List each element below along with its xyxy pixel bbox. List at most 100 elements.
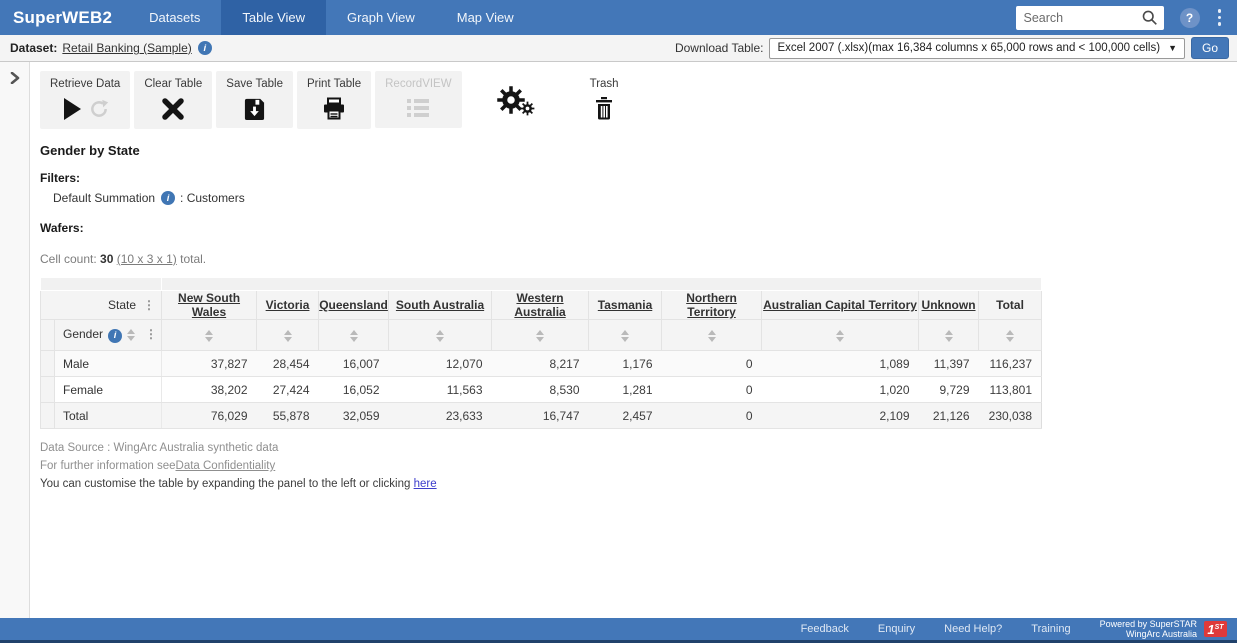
sort-arrows-icon[interactable]	[350, 330, 358, 342]
column-header-label[interactable]: New South Wales	[178, 291, 240, 319]
trash-button[interactable]: Trash	[580, 71, 629, 129]
recordview-button: RecordVIEW	[375, 71, 461, 128]
search-input[interactable]	[1024, 11, 1141, 25]
column-sort-cell-victoria[interactable]	[257, 320, 319, 351]
go-button[interactable]: Go	[1191, 37, 1229, 59]
cell-count-link[interactable]: (10 x 3 x 1)	[117, 252, 177, 266]
sort-up-icon	[205, 330, 213, 335]
column-sort-cell-australian-capital-territory[interactable]	[762, 320, 919, 351]
dataset-link[interactable]: Retail Banking (Sample)	[62, 41, 191, 55]
column-header-australian-capital-territory[interactable]: Australian Capital Territory	[762, 291, 919, 320]
select-caret-icon: ▼	[1168, 43, 1177, 53]
column-header-label[interactable]: Australian Capital Territory	[763, 298, 917, 312]
column-header-label[interactable]: Victoria	[266, 298, 310, 312]
value-cell: 76,029	[162, 403, 257, 429]
sort-arrows-icon[interactable]	[621, 330, 629, 342]
data-confidentiality-link[interactable]: Data Confidentiality	[176, 460, 276, 472]
column-header-tasmania[interactable]: Tasmania	[589, 291, 662, 320]
column-sort-cell-western-australia[interactable]	[492, 320, 589, 351]
footer-link-enquiry[interactable]: Enquiry	[878, 623, 915, 635]
sort-arrows-icon[interactable]	[127, 329, 135, 341]
column-sort-cell-queensland[interactable]	[319, 320, 389, 351]
column-header-queensland[interactable]: Queensland	[319, 291, 389, 320]
download-format-select[interactable]: Excel 2007 (.xlsx)(max 16,384 columns x …	[769, 38, 1185, 59]
value-cell: 37,827	[162, 351, 257, 377]
column-sort-cell-northern-territory[interactable]	[662, 320, 762, 351]
sort-up-icon	[436, 330, 444, 335]
body-area: Retrieve Data Clear Table Save Table	[0, 62, 1237, 618]
sort-arrows-icon[interactable]	[436, 330, 444, 342]
footer-link-feedback[interactable]: Feedback	[801, 623, 849, 635]
nav-item-datasets[interactable]: Datasets	[128, 0, 221, 35]
clear-table-button[interactable]: Clear Table	[134, 71, 212, 129]
sort-arrows-icon[interactable]	[1006, 330, 1014, 342]
sort-arrows-icon[interactable]	[284, 330, 292, 342]
sort-up-icon	[127, 329, 135, 334]
sort-arrows-icon[interactable]	[708, 330, 716, 342]
state-menu-icon[interactable]: ⋮	[143, 298, 155, 312]
column-header-label[interactable]: South Australia	[396, 298, 484, 312]
column-header-label[interactable]: Unknown	[922, 298, 976, 312]
refresh-icon	[89, 99, 109, 119]
column-header-south-australia[interactable]: South Australia	[389, 291, 492, 320]
column-sort-cell-unknown[interactable]	[919, 320, 979, 351]
column-header-new-south-wales[interactable]: New South Wales	[162, 291, 257, 320]
clear-x-icon	[161, 97, 185, 121]
column-sort-cell-south-australia[interactable]	[389, 320, 492, 351]
sort-up-icon	[945, 330, 953, 335]
nav-item-graph-view[interactable]: Graph View	[326, 0, 436, 35]
value-cell: 16,747	[492, 403, 589, 429]
sort-up-icon	[621, 330, 629, 335]
column-header-label[interactable]: Northern Territory	[686, 291, 737, 319]
gender-info-icon[interactable]: i	[108, 329, 122, 343]
column-header-label[interactable]: Queensland	[319, 298, 388, 312]
value-cell: 11,563	[389, 377, 492, 403]
column-sort-cell-total[interactable]	[979, 320, 1042, 351]
help-icon[interactable]: ?	[1180, 8, 1200, 28]
nav-item-table-view[interactable]: Table View	[221, 0, 326, 35]
dataset-info: Dataset: Retail Banking (Sample) i	[0, 41, 212, 55]
sort-up-icon	[536, 330, 544, 335]
search-box[interactable]	[1016, 6, 1164, 30]
expand-panel-chevron-icon[interactable]	[10, 72, 20, 84]
retrieve-data-button[interactable]: Retrieve Data	[40, 71, 130, 129]
corner-strip-cell	[41, 278, 162, 291]
filter-info-icon[interactable]: i	[161, 191, 175, 205]
column-header-northern-territory[interactable]: Northern Territory	[662, 291, 762, 320]
download-table-label: Download Table:	[675, 41, 764, 55]
column-header-label[interactable]: Western Australia	[514, 291, 565, 319]
table-options-button[interactable]	[496, 71, 538, 119]
powered-by-text: Powered by SuperSTAR WingArc Australia	[1100, 619, 1197, 640]
column-header-unknown[interactable]: Unknown	[919, 291, 979, 320]
gender-menu-icon[interactable]: ⋮	[145, 327, 157, 341]
save-table-button[interactable]: Save Table	[216, 71, 293, 128]
value-cell: 21,126	[919, 403, 979, 429]
dataset-info-icon[interactable]: i	[198, 41, 212, 55]
cell-count-value: 30	[100, 252, 113, 266]
sort-arrows-icon[interactable]	[205, 330, 213, 342]
column-sort-cell-tasmania[interactable]	[589, 320, 662, 351]
sort-arrows-icon[interactable]	[536, 330, 544, 342]
sort-down-icon	[708, 337, 716, 342]
sort-arrows-icon[interactable]	[836, 330, 844, 342]
column-header-victoria[interactable]: Victoria	[257, 291, 319, 320]
column-header-total[interactable]: Total	[979, 291, 1042, 320]
value-cell: 28,454	[257, 351, 319, 377]
footer-link-need-help-[interactable]: Need Help?	[944, 623, 1002, 635]
footer-links: Feedback Enquiry Need Help? Training	[801, 623, 1100, 635]
column-header-western-australia[interactable]: Western Australia	[492, 291, 589, 320]
download-group: Download Table: Excel 2007 (.xlsx)(max 1…	[675, 37, 1237, 59]
sort-arrows-icon[interactable]	[945, 330, 953, 342]
print-table-button[interactable]: Print Table	[297, 71, 371, 129]
menu-kebab-icon[interactable]	[1216, 7, 1224, 28]
column-header-label[interactable]: Tasmania	[598, 298, 652, 312]
value-cell: 0	[662, 377, 762, 403]
nav-item-map-view[interactable]: Map View	[436, 0, 535, 35]
footer-link-training[interactable]: Training	[1031, 623, 1070, 635]
dataset-label: Dataset:	[10, 41, 57, 55]
results-table: State⋮New South WalesVictoriaQueenslandS…	[40, 277, 1042, 429]
customise-here-link[interactable]: here	[414, 478, 437, 490]
column-sort-cell-new-south-wales[interactable]	[162, 320, 257, 351]
search-icon[interactable]	[1141, 9, 1158, 26]
value-cell: 23,633	[389, 403, 492, 429]
